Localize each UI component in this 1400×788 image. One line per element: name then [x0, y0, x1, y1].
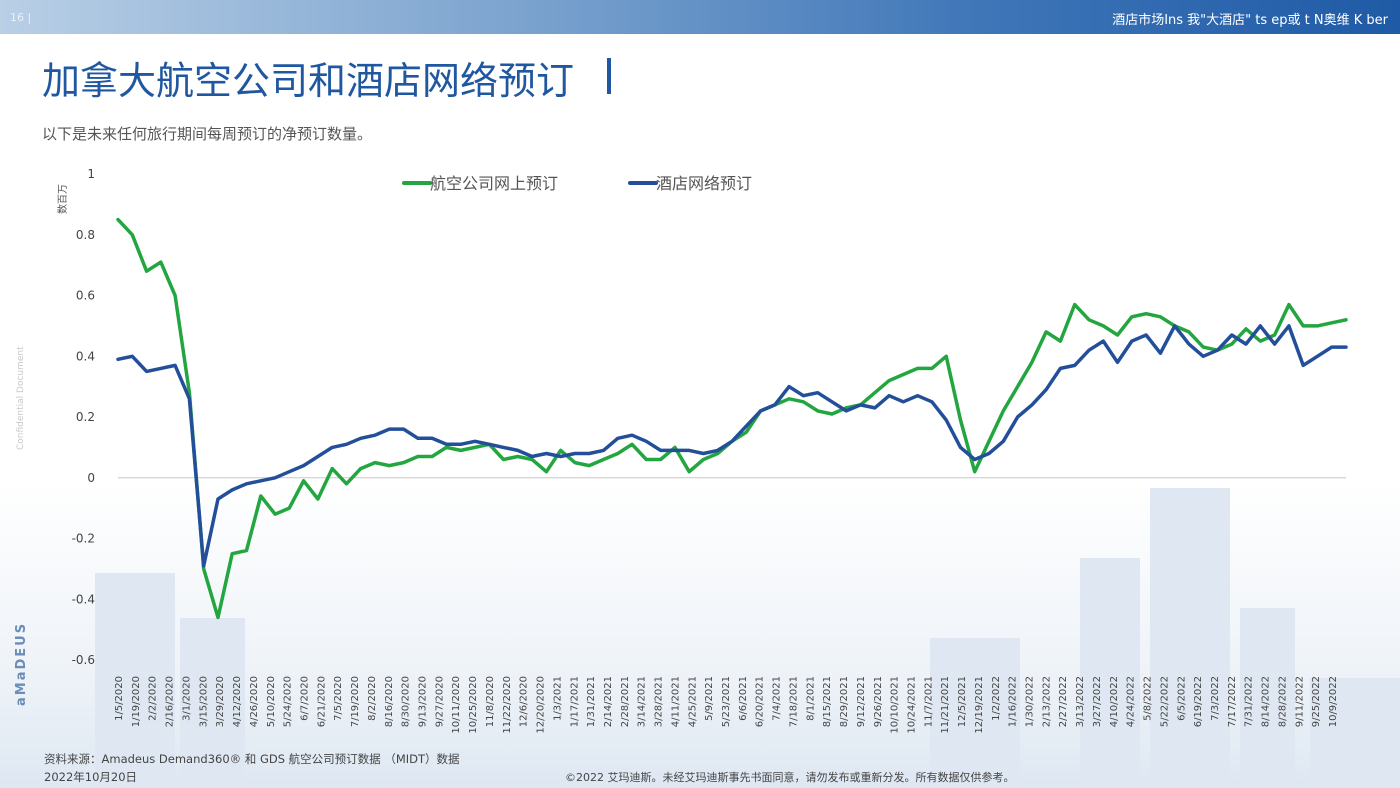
x-tick-label: 9/12/2021	[856, 676, 867, 727]
line-chart: 数百万 10.80.60.40.20-0.2-0.4-0.6 1/5/2020 1…	[56, 167, 1348, 734]
x-tick-label: 9/27/2020	[434, 676, 445, 727]
source-line-1: 资料来源：Amadeus Demand360® 和 GDS 航空公司预订数据 （…	[44, 752, 460, 766]
x-tick-label: 5/8/2022	[1143, 676, 1154, 721]
x-tick-label: 8/30/2020	[401, 676, 412, 727]
x-tick-label: 8/2/2020	[367, 676, 378, 721]
x-tick-label: 2/2/2020	[148, 676, 159, 721]
y-tick-label: 0	[87, 471, 95, 485]
x-tick-label: 3/13/2022	[1075, 676, 1086, 727]
y-tick-label: 1	[87, 167, 95, 181]
x-tick-label: 4/12/2020	[232, 676, 243, 727]
x-tick-label: 8/16/2020	[384, 676, 395, 727]
x-tick-label: 10/11/2020	[451, 676, 462, 734]
x-tick-label: 2/13/2022	[1041, 676, 1052, 727]
legend-label-hotel: 酒店网络预订	[656, 174, 752, 193]
x-tick-label: 11/8/2020	[485, 676, 496, 727]
y-axis-label: 数百万	[56, 184, 69, 214]
x-tick-label: 1/31/2021	[586, 676, 597, 727]
x-tick-label: 4/10/2022	[1109, 676, 1120, 727]
x-tick-label: 10/10/2021	[890, 676, 901, 734]
x-tick-label: 8/29/2021	[839, 676, 850, 727]
x-tick-label: 2/14/2021	[603, 676, 614, 727]
y-axis-ticks: 1 0.8 0.6 0.4 0.2 0 -0.2 -0.4 -0.6	[72, 167, 95, 667]
x-tick-label: 10/9/2022	[1328, 676, 1339, 727]
x-tick-label: 6/21/2020	[316, 676, 327, 727]
x-tick-label: 7/31/2022	[1244, 676, 1255, 727]
x-tick-label: 1/5/2020	[114, 676, 125, 721]
source-line-2: 2022年10月20日	[44, 770, 138, 784]
x-tick-label: 5/24/2020	[283, 676, 294, 727]
x-tick-label: 10/25/2020	[468, 676, 479, 734]
x-tick-label: 4/26/2020	[249, 676, 260, 727]
x-tick-label: 3/14/2021	[637, 676, 648, 727]
source-note: 资料来源：Amadeus Demand360® 和 GDS 航空公司预订数据 （…	[44, 750, 460, 786]
x-axis-ticks: 1/5/2020 1/19/2020 2/2/2020 2/16/2020 3/1/20…	[114, 676, 1339, 734]
x-tick-label: 6/20/2021	[755, 676, 766, 727]
x-tick-label: 1/2/2022	[991, 676, 1002, 721]
x-tick-label: 3/27/2022	[1092, 676, 1103, 727]
x-tick-label: 7/4/2021	[772, 676, 783, 721]
x-tick-label: 7/17/2022	[1227, 676, 1238, 727]
x-tick-label: 8/1/2021	[805, 676, 816, 721]
x-tick-label: 12/20/2020	[536, 676, 547, 734]
x-tick-label: 9/11/2022	[1294, 676, 1305, 727]
x-tick-label: 6/7/2020	[299, 676, 310, 721]
x-tick-label: 1/19/2020	[131, 676, 142, 727]
x-tick-label: 7/18/2021	[788, 676, 799, 727]
x-tick-label: 5/22/2022	[1159, 676, 1170, 727]
x-tick-label: 2/27/2022	[1058, 676, 1069, 727]
copyright-footer: ©2022 艾玛迪斯。未经艾玛迪斯事先书面同意，请勿发布或重新分发。所有数据仅供…	[565, 771, 1015, 784]
x-tick-label: 3/15/2020	[198, 676, 209, 727]
x-tick-label: 1/16/2022	[1008, 676, 1019, 727]
x-tick-label: 8/15/2021	[822, 676, 833, 727]
x-tick-label: 12/19/2021	[974, 676, 985, 734]
x-tick-label: 7/3/2022	[1210, 676, 1221, 721]
y-tick-label: -0.4	[72, 592, 95, 606]
x-tick-label: 11/7/2021	[923, 676, 934, 727]
x-tick-label: 1/30/2022	[1025, 676, 1036, 727]
x-tick-label: 8/28/2022	[1277, 676, 1288, 727]
x-tick-label: 11/21/2021	[940, 676, 951, 734]
x-tick-label: 2/28/2021	[620, 676, 631, 727]
x-tick-label: 6/5/2022	[1176, 676, 1187, 721]
series-lines	[116, 217, 1348, 620]
x-tick-label: 9/26/2021	[873, 676, 884, 727]
x-tick-label: 3/28/2021	[654, 676, 665, 727]
x-tick-label: 1/17/2021	[569, 676, 580, 727]
y-tick-label: -0.2	[72, 532, 95, 546]
x-tick-label: 5/23/2021	[721, 676, 732, 727]
x-tick-label: 5/10/2020	[266, 676, 277, 727]
x-tick-label: 3/29/2020	[215, 676, 226, 727]
x-tick-label: 9/13/2020	[418, 676, 429, 727]
x-tick-label: 12/6/2020	[519, 676, 530, 727]
x-tick-label: 7/19/2020	[350, 676, 361, 727]
y-tick-label: 0.4	[76, 349, 95, 363]
x-tick-label: 9/25/2022	[1311, 676, 1322, 727]
x-tick-label: 4/11/2021	[670, 676, 681, 727]
y-tick-label: -0.6	[72, 653, 95, 667]
series-line-air	[116, 217, 1348, 620]
x-tick-label: 5/9/2021	[704, 676, 715, 721]
x-tick-label: 7/5/2020	[333, 676, 344, 721]
y-tick-label: 0.8	[76, 228, 95, 242]
x-tick-label: 4/25/2021	[687, 676, 698, 727]
x-tick-label: 10/24/2021	[906, 676, 917, 734]
y-tick-label: 0.2	[76, 410, 95, 424]
x-tick-label: 12/5/2021	[957, 676, 968, 727]
x-tick-label: 6/6/2021	[738, 676, 749, 721]
series-line-hotel	[116, 324, 1348, 568]
x-tick-label: 4/24/2022	[1126, 676, 1137, 727]
x-tick-label: 1/3/2021	[552, 676, 563, 721]
x-tick-label: 2/16/2020	[165, 676, 176, 727]
x-tick-label: 3/1/2020	[181, 676, 192, 721]
legend: 航空公司网上预订 酒店网络预订	[402, 174, 752, 193]
x-tick-label: 6/19/2022	[1193, 676, 1204, 727]
legend-label-air: 航空公司网上预订	[430, 174, 558, 193]
y-tick-label: 0.6	[76, 289, 95, 303]
x-tick-label: 11/22/2020	[502, 676, 513, 734]
x-tick-label: 8/14/2022	[1261, 676, 1272, 727]
